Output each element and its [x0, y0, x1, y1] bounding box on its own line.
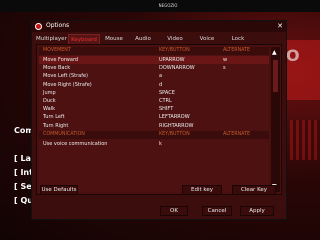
action-label: Jump [43, 89, 56, 96]
key-value: SPACE [159, 89, 175, 96]
scroll-thumb[interactable] [272, 59, 279, 93]
key-value: a [159, 73, 163, 80]
use-defaults-button[interactable]: Use Defaults [40, 185, 78, 195]
tab-multiplayer[interactable]: Multiplayer [36, 34, 67, 44]
table-row[interactable]: Turn Right RIGHTARROW [39, 122, 269, 130]
action-label: Move Back [43, 65, 71, 72]
table-row[interactable]: Move Back DOWNARROW s [39, 64, 269, 72]
game-logo-icon [35, 23, 42, 30]
cancel-button[interactable]: Cancel [202, 206, 232, 216]
table-row[interactable]: Move Right (Strafe) d [39, 81, 269, 89]
table-row[interactable]: Turn Left LEFTARROW [39, 113, 269, 121]
table-row[interactable]: Jump SPACE [39, 89, 269, 97]
table-row[interactable]: Walk SHIFT [39, 105, 269, 113]
alt-value: w [223, 57, 228, 63]
decorative-bars [290, 120, 320, 160]
action-label: Turn Left [43, 114, 65, 121]
scrollbar[interactable]: ▲ ▼ [271, 47, 280, 192]
clear-key-button[interactable]: Clear Key [232, 185, 276, 195]
tab-voice[interactable]: Voice [196, 34, 218, 44]
scroll-up-icon[interactable]: ▲ [272, 49, 277, 56]
edit-key-button[interactable]: Edit key [182, 185, 222, 195]
header-key: KEY/BUTTON [159, 48, 190, 53]
header-action: COMMUNICATION [43, 132, 85, 137]
table-row[interactable]: Move Left (Strafe) a [39, 72, 269, 80]
tab-audio[interactable]: Audio [132, 34, 154, 44]
close-icon[interactable]: ✕ [277, 22, 283, 30]
key-value: RIGHTARROW [159, 122, 194, 129]
keybind-list[interactable]: MOVEMENT KEY/BUTTON ALTERNATE Move Forwa… [39, 47, 269, 192]
keybind-panel: MOVEMENT KEY/BUTTON ALTERNATE Move Forwa… [36, 44, 282, 195]
key-value: LEFTARROW [159, 114, 190, 121]
action-label: Duck [43, 98, 56, 104]
tab-video[interactable]: Video [164, 34, 186, 44]
tab-keyboard[interactable]: Keyboard [68, 34, 100, 44]
key-value: DOWNARROW [159, 65, 195, 72]
alt-value: s [223, 65, 226, 72]
communication-header: COMMUNICATION KEY/BUTTON ALTERNATE [39, 131, 269, 139]
apply-button[interactable]: Apply [240, 206, 274, 216]
ok-button[interactable]: OK [160, 206, 188, 216]
tab-lock[interactable]: Lock [228, 34, 248, 44]
action-label: Move Right (Strafe) [43, 81, 92, 88]
table-row[interactable]: Duck CTRL [39, 97, 269, 105]
brand-logo: O [286, 46, 300, 65]
options-dialog: Options ✕ Multiplayer Keyboard Mouse Aud… [31, 20, 287, 220]
key-value: d [159, 81, 163, 88]
table-row[interactable]: Move Forward UPARROW w [39, 56, 269, 65]
header-alternate: ALTERNATE [223, 132, 251, 137]
key-value: SHIFT [159, 106, 174, 113]
window-title: NEGOZIO [158, 3, 178, 8]
table-row[interactable]: Use voice communication k [39, 140, 269, 148]
dialog-title: Options [46, 22, 70, 29]
action-label: Use voice communication [43, 141, 108, 147]
action-label: Turn Right [43, 122, 69, 129]
header-action: MOVEMENT [43, 48, 71, 53]
movement-header: MOVEMENT KEY/BUTTON ALTERNATE [39, 47, 269, 55]
tab-bar: Multiplayer Keyboard Mouse Audio Video V… [36, 34, 282, 44]
tab-mouse[interactable]: Mouse [102, 34, 126, 44]
key-value: CTRL [159, 98, 172, 104]
action-label: Move Left (Strafe) [43, 73, 88, 80]
header-alternate: ALTERNATE [223, 48, 251, 53]
key-value: k [159, 141, 162, 147]
action-label: Walk [43, 106, 55, 113]
action-label: Move Forward [43, 57, 79, 63]
key-value: UPARROW [159, 57, 185, 63]
header-key: KEY/BUTTON [159, 132, 190, 137]
titlebar: Options ✕ [32, 21, 286, 32]
